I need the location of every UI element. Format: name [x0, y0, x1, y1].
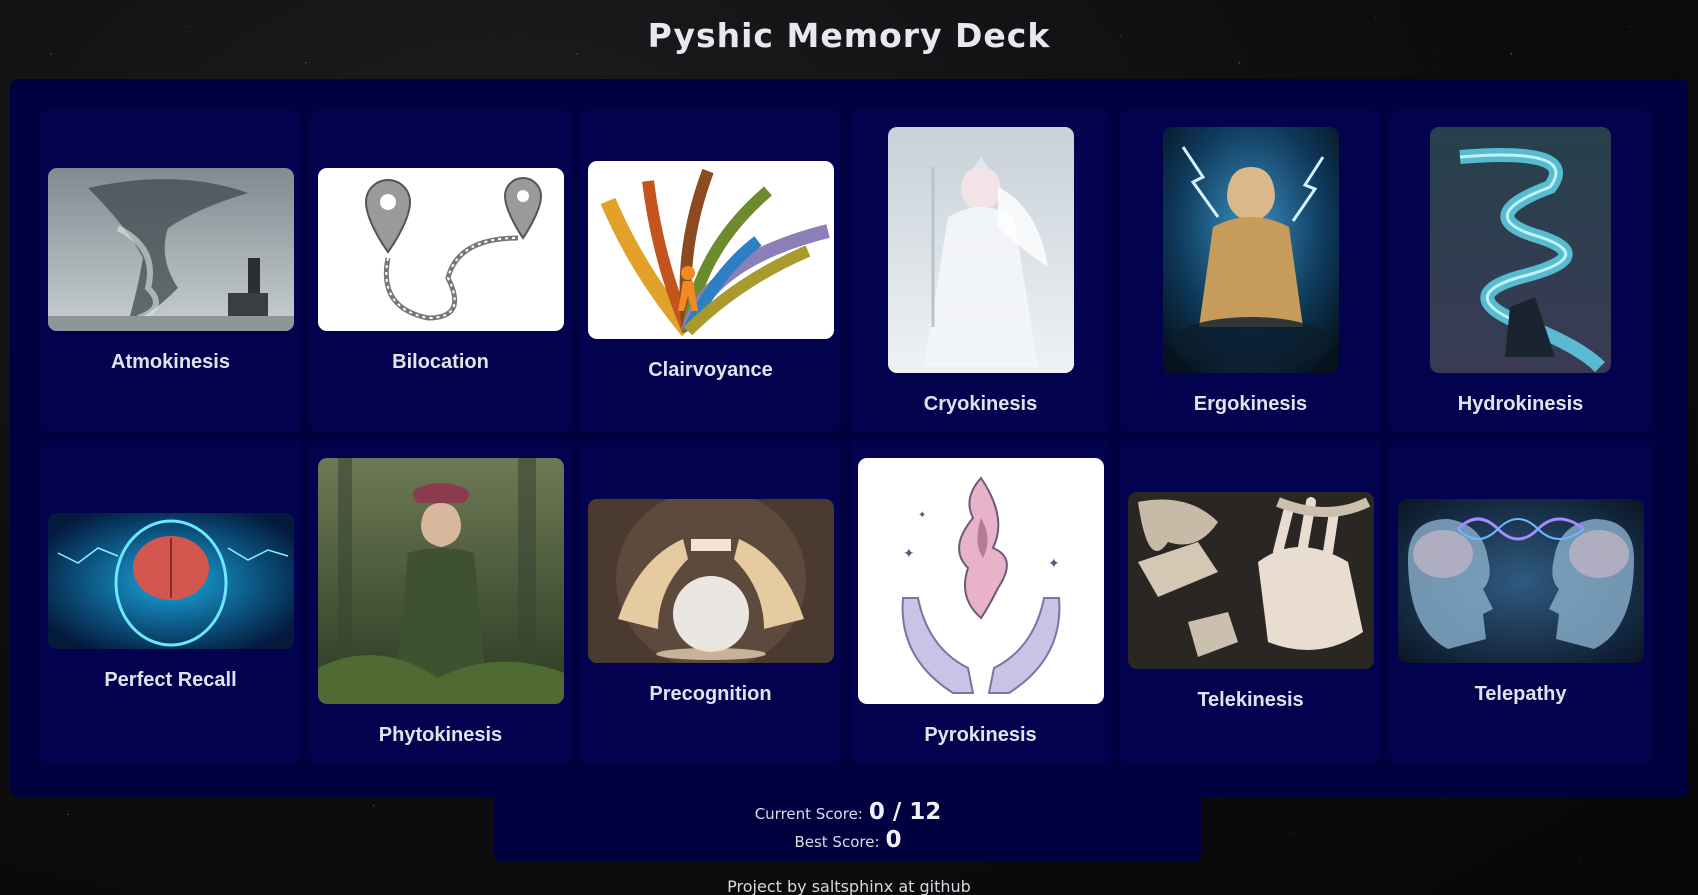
card-label: Clairvoyance	[648, 358, 773, 381]
card-label: Hydrokinesis	[1457, 392, 1584, 415]
tornado-image	[47, 168, 294, 331]
card-label: Phytokinesis	[378, 723, 503, 746]
card-precognition[interactable]: Precognition	[580, 441, 841, 763]
card-telepathy[interactable]: Telepathy	[1390, 441, 1651, 763]
card-ergokinesis[interactable]: Ergokinesis	[1120, 110, 1381, 432]
card-pyrokinesis[interactable]: ✦ ✦ ✦ Pyrokinesis	[850, 441, 1111, 763]
svg-text:✦: ✦	[1048, 556, 1060, 572]
card-phytokinesis[interactable]: Phytokinesis	[310, 441, 571, 763]
card-label: Telepathy	[1474, 682, 1567, 705]
svg-text:✦: ✦	[918, 510, 926, 521]
best-score-value: 0	[885, 827, 902, 853]
card-cryokinesis[interactable]: Cryokinesis	[850, 110, 1111, 432]
current-score: Current Score: 0 / 12	[494, 799, 1202, 825]
flame-hands-image: ✦ ✦ ✦	[857, 457, 1104, 704]
glowing-brain-image	[47, 512, 294, 649]
card-hydrokinesis[interactable]: Hydrokinesis	[1390, 110, 1651, 432]
card-label: Perfect Recall	[104, 668, 237, 691]
card-label: Bilocation	[392, 351, 489, 373]
water-bender-image	[1430, 126, 1611, 373]
best-score-label: Best Score:	[794, 833, 880, 851]
card-bilocation[interactable]: Bilocation	[310, 110, 571, 432]
footer-credit: Project by saltsphinx at github	[727, 877, 971, 895]
card-label: Pyrokinesis	[924, 723, 1037, 746]
card-label: Atmokinesis	[111, 351, 230, 373]
card-label: Cryokinesis	[923, 392, 1038, 415]
location-pins-image	[317, 168, 564, 331]
page-title: Pyshic Memory Deck	[647, 16, 1051, 55]
floating-rocks-hand-image	[1127, 492, 1374, 669]
card-label: Ergokinesis	[1193, 392, 1308, 415]
card-label: Precognition	[649, 682, 772, 705]
card-perfect-recall[interactable]: Perfect Recall	[40, 441, 301, 763]
score-panel: Current Score: 0 / 12 Best Score: 0	[494, 795, 1202, 862]
card-label: Telekinesis	[1197, 689, 1304, 711]
card-telekinesis[interactable]: Telekinesis	[1120, 441, 1381, 763]
forest-woman-image	[317, 457, 564, 704]
svg-text:✦: ✦	[903, 546, 915, 562]
two-heads-waves-image	[1397, 498, 1644, 663]
card-grid: Atmokinesis Bilocation Clairvoyance Cryo…	[40, 110, 1651, 763]
crystal-ball-image	[587, 498, 834, 663]
current-score-label: Current Score:	[754, 805, 863, 823]
best-score: Best Score: 0	[494, 827, 1202, 853]
lightning-god-image	[1162, 126, 1339, 373]
card-clairvoyance[interactable]: Clairvoyance	[580, 110, 841, 432]
current-score-value: 0 / 12	[868, 799, 942, 825]
ice-queen-image	[887, 126, 1074, 373]
card-atmokinesis[interactable]: Atmokinesis	[40, 110, 301, 432]
branching-paths-image	[587, 160, 834, 339]
